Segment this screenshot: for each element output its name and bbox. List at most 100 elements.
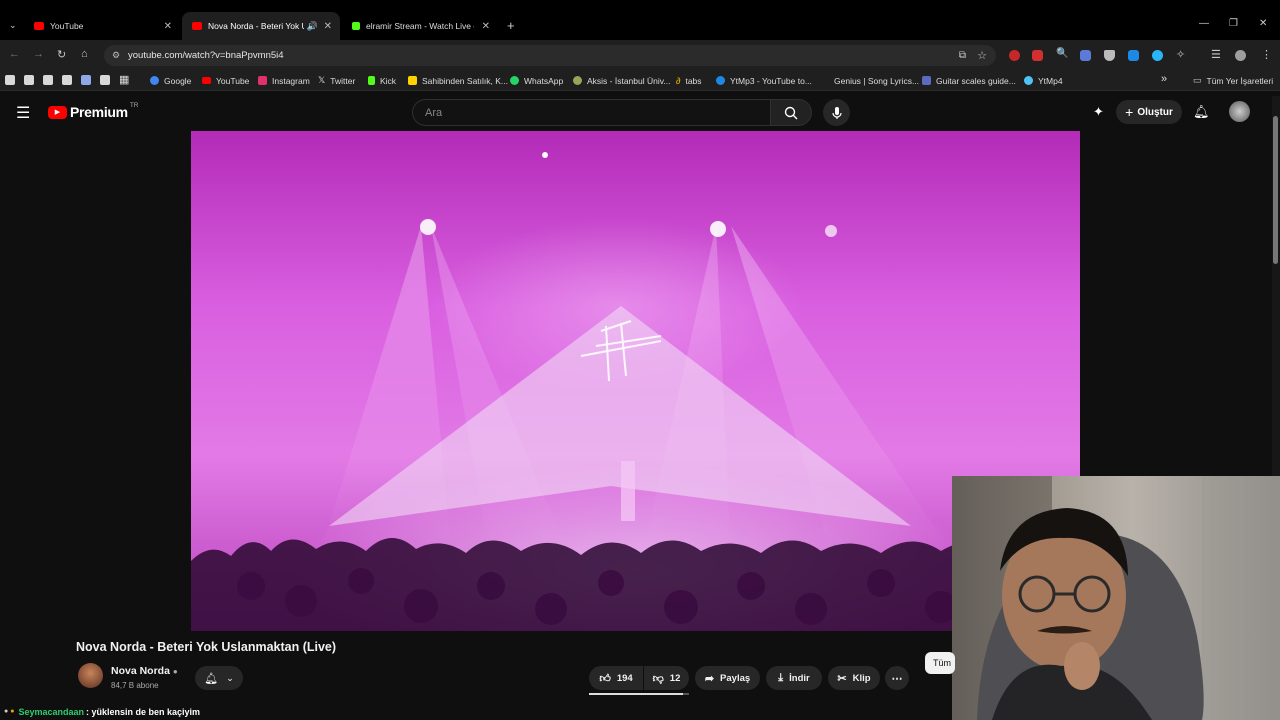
extension-icon[interactable] — [1009, 50, 1020, 61]
browser-tab-strip: ⌄ YouTube ✕ Nova Norda - Beteri Yok Us 🔊… — [0, 0, 1280, 40]
bookmark-label: Instagram — [272, 75, 310, 86]
cloud-icon — [1024, 76, 1033, 85]
back-icon[interactable]: ← — [9, 48, 20, 60]
window-close-icon[interactable]: ✕ — [1259, 18, 1267, 29]
reload-icon[interactable]: ↻ — [57, 48, 66, 61]
extension-icon[interactable] — [1128, 50, 1139, 61]
page-scrollbar-thumb[interactable] — [1273, 116, 1278, 264]
subscription-bell-button[interactable]: 🔔︎ ⌄ — [195, 666, 243, 690]
close-tab-icon[interactable]: ✕ — [164, 21, 172, 32]
home-icon[interactable]: ⌂ — [81, 48, 88, 60]
extension-icon[interactable] — [1032, 50, 1043, 61]
bookmark-folder-icon[interactable] — [100, 75, 110, 85]
new-tab-icon[interactable]: + — [507, 18, 515, 33]
download-button[interactable]: ⤓ İndir — [766, 666, 822, 690]
bookmark-tabs[interactable]: ∂ tabs — [676, 74, 702, 87]
bookmark-whatsapp[interactable]: WhatsApp — [510, 74, 563, 87]
bookmark-instagram[interactable]: Instagram — [258, 74, 310, 87]
channel-avatar[interactable] — [78, 663, 103, 688]
like-ratio-bar — [589, 693, 689, 695]
dislike-button[interactable]: 👎︎ 12 — [644, 666, 689, 690]
bookmark-google[interactable]: Google — [150, 74, 191, 87]
bookmark-youtube[interactable]: YouTube — [202, 74, 249, 87]
extensions-puzzle-icon[interactable]: ✧ — [1176, 48, 1185, 61]
media-control-icon[interactable]: ☰ — [1211, 48, 1221, 61]
like-count: 194 — [616, 672, 633, 684]
filter-chip-all[interactable]: Tüm — [925, 652, 955, 674]
bookmark-label: YtMp3 - YouTube to... — [730, 75, 812, 86]
thumbs-up-icon: 👍︎ — [599, 672, 611, 685]
audio-playing-icon[interactable]: 🔊 — [307, 21, 318, 32]
bookmark-genius[interactable]: Genius | Song Lyrics... — [820, 74, 919, 87]
bookmark-ytmp4[interactable]: YtMp4 — [1024, 74, 1063, 87]
subscriber-count: 84,7 B abone — [111, 681, 159, 690]
bookmark-folder-icon[interactable] — [24, 75, 34, 85]
minimize-icon[interactable]: — — [1199, 18, 1209, 29]
search-input[interactable]: Ara — [412, 99, 770, 126]
aksis-icon — [573, 76, 582, 85]
clip-label: Klip — [852, 672, 871, 684]
logo-region: TR — [129, 101, 139, 109]
more-actions-button[interactable]: ⋯ — [885, 666, 909, 690]
extension-icon[interactable] — [1152, 50, 1163, 61]
apps-grid-icon[interactable]: ▦ — [119, 73, 129, 86]
hamburger-menu-icon[interactable]: ☰ — [16, 103, 30, 123]
tabs-icon: ∂ — [676, 75, 681, 86]
clip-button[interactable]: ✂ Klip — [828, 666, 880, 690]
bookmark-label: YtMp4 — [1038, 75, 1063, 86]
youtube-play-icon: ▶ — [48, 105, 67, 119]
like-button[interactable]: 👍︎ 194 — [589, 666, 643, 690]
voice-search-button[interactable] — [823, 99, 850, 126]
account-avatar[interactable] — [1229, 101, 1250, 122]
extension-icon[interactable] — [1080, 50, 1091, 61]
tab-search-icon[interactable]: ⌄ — [9, 20, 17, 31]
create-button[interactable]: + Oluştur — [1116, 100, 1182, 124]
youtube-icon — [202, 77, 211, 84]
browser-tab-nova-norda[interactable]: Nova Norda - Beteri Yok Us 🔊 ✕ — [182, 12, 340, 40]
forward-icon[interactable]: → — [33, 48, 44, 60]
bookmark-guitar-scales[interactable]: Guitar scales guide... — [922, 74, 1016, 87]
instagram-icon — [258, 76, 267, 85]
bookmark-kick[interactable]: Kick — [368, 74, 396, 87]
bookmark-folder-icon[interactable] — [62, 75, 72, 85]
restore-icon[interactable]: ❐ — [1229, 18, 1238, 29]
genius-icon — [820, 76, 829, 85]
browser-tab-youtube[interactable]: YouTube ✕ — [24, 12, 180, 40]
address-bar[interactable]: ⚙ youtube.com/watch?v=bnaPpvmn5i4 ⧉ ☆ — [104, 45, 996, 66]
bookmark-twitter[interactable]: 𝕏 Twitter — [318, 74, 355, 87]
bookmark-label: Kick — [380, 75, 397, 86]
chat-badge-icon: ● — [4, 708, 9, 715]
gemini-sparkle-icon[interactable]: ✦ — [1093, 104, 1104, 120]
close-tab-icon[interactable]: ✕ — [324, 21, 332, 32]
notifications-bell-icon[interactable]: 🔔︎ — [1193, 104, 1210, 120]
more-bookmarks-icon[interactable]: » — [1161, 73, 1167, 85]
search-icon — [784, 106, 798, 119]
install-app-icon[interactable]: ⧉ — [959, 50, 966, 61]
extension-search-icon[interactable]: 🔍 — [1056, 48, 1068, 59]
search-button[interactable] — [770, 99, 812, 126]
video-frame-concert-stage — [191, 152, 1080, 631]
bookmark-ytmp3[interactable]: YtMp3 - YouTube to... — [716, 74, 812, 87]
bookmark-folder-icon[interactable] — [5, 75, 15, 85]
microphone-icon — [831, 106, 842, 119]
bookmark-aksis[interactable]: Aksis - İstanbul Üniv... — [573, 74, 670, 87]
site-info-icon[interactable]: ⚙ — [112, 50, 120, 61]
bookmark-folder-icon[interactable] — [43, 75, 53, 85]
video-player[interactable] — [191, 131, 1080, 631]
browser-tab-kick[interactable]: elramir Stream - Watch Live on ✕ — [342, 12, 498, 40]
close-tab-icon[interactable]: ✕ — [482, 21, 490, 32]
bookmark-star-icon[interactable]: ☆ — [977, 49, 987, 62]
video-title: Nova Norda - Beteri Yok Uslanmaktan (Liv… — [76, 640, 337, 654]
all-bookmarks[interactable]: ▭ Tüm Yer İşaretleri — [1193, 74, 1273, 87]
profile-avatar-icon[interactable] — [1235, 50, 1246, 61]
browser-menu-icon[interactable]: ⋮ — [1261, 48, 1272, 61]
bookmark-sahibinden[interactable]: Sahibinden Satılık, K... — [408, 74, 508, 87]
youtube-logo[interactable]: ▶ Premium TR — [48, 101, 139, 120]
bookmark-folder-icon[interactable] — [81, 75, 91, 85]
dislike-count: 12 — [669, 672, 681, 684]
share-button[interactable]: ➦ Paylaş — [695, 666, 760, 690]
bookmark-label: Guitar scales guide... — [936, 75, 1016, 86]
channel-name[interactable]: Nova Norda ● — [111, 665, 178, 677]
webcam-overlay — [952, 476, 1280, 720]
extension-shield-icon[interactable] — [1104, 50, 1115, 61]
